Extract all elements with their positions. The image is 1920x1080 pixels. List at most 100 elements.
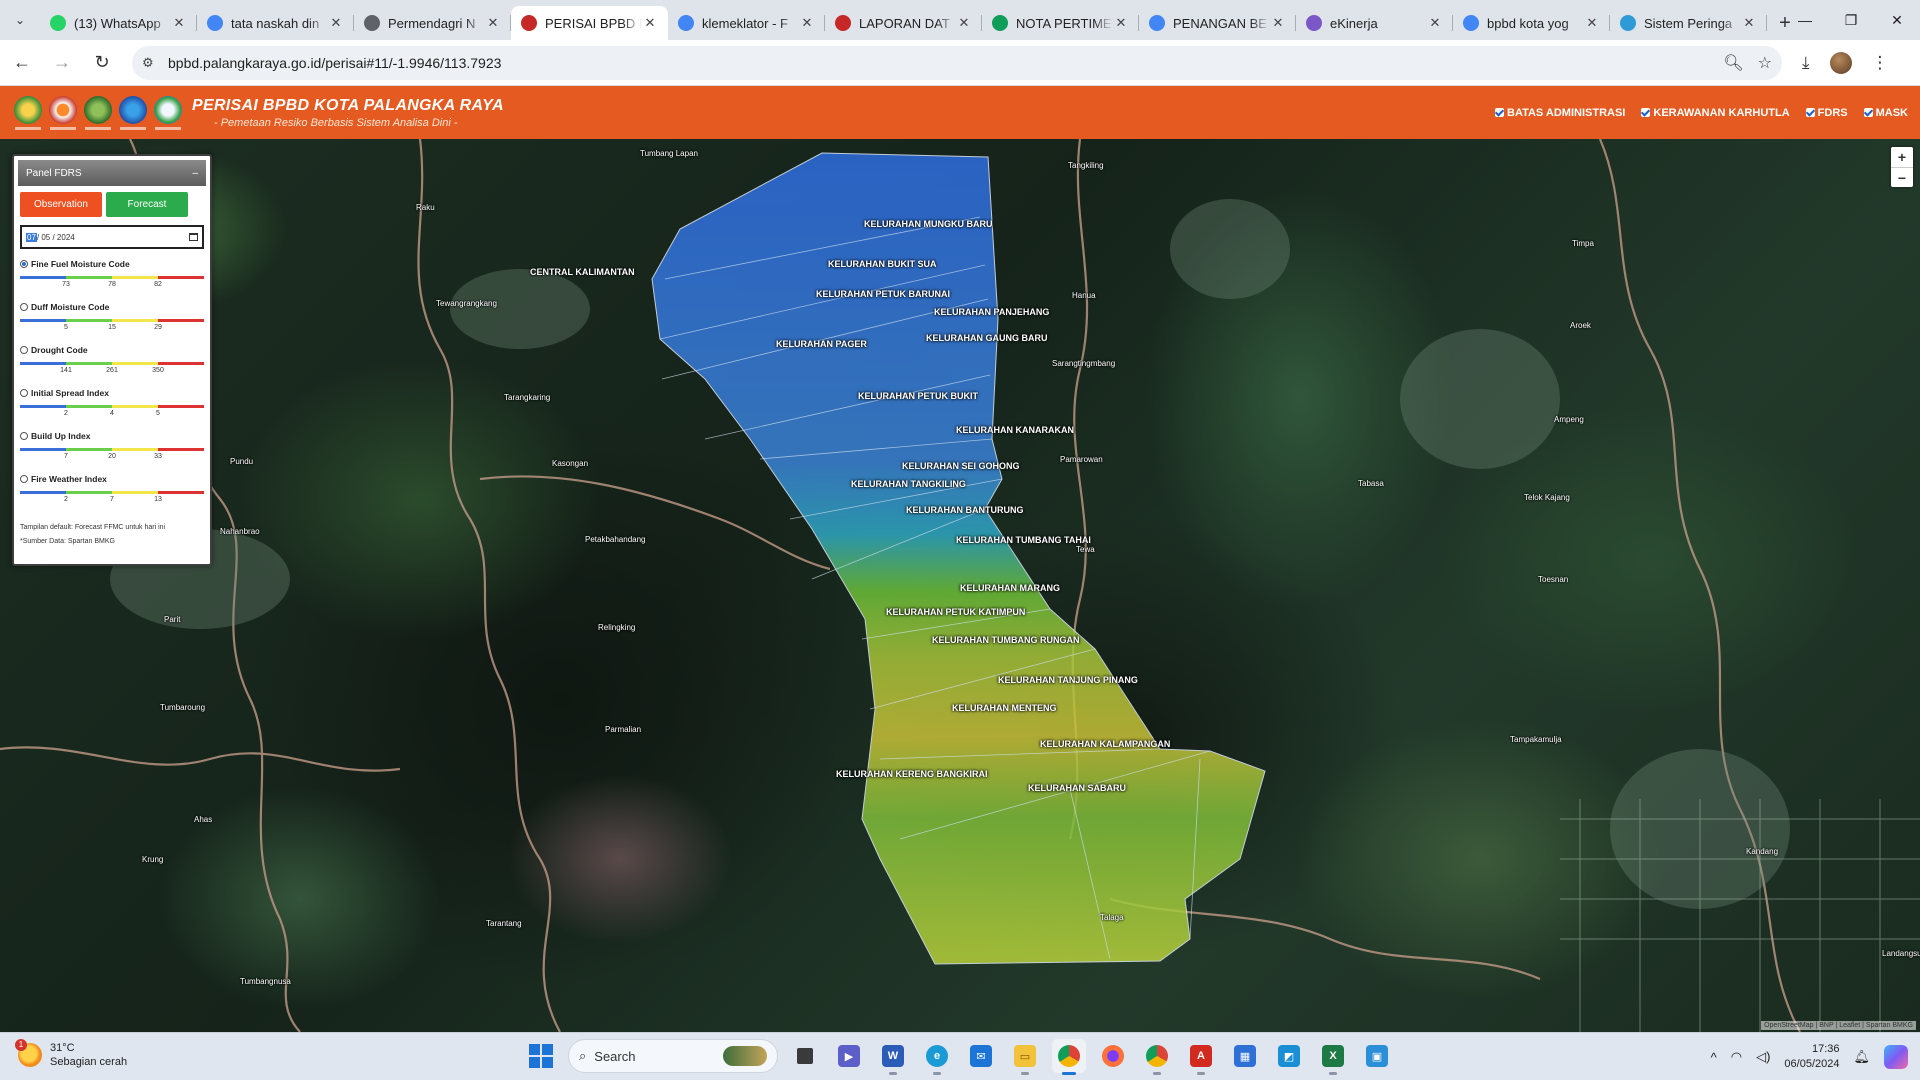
- kelurahan-label[interactable]: KELURAHAN GAUNG BARU: [926, 333, 1048, 343]
- mail-icon[interactable]: ✉: [964, 1039, 998, 1073]
- kelurahan-label[interactable]: KELURAHAN PANJEHANG: [934, 307, 1049, 317]
- kelurahan-label[interactable]: KELURAHAN PETUK KATIMPUN: [886, 607, 1025, 617]
- map-attribution[interactable]: OpenStreetMap | BNP | Leaflet | Spartan …: [1761, 1021, 1916, 1030]
- panel-collapse-button[interactable]: –: [192, 168, 198, 179]
- site-info-icon[interactable]: ⚙: [142, 55, 164, 71]
- kelurahan-label[interactable]: KELURAHAN MARANG: [960, 583, 1060, 593]
- checkbox-checked-icon[interactable]: [1641, 108, 1651, 117]
- chrome-icon[interactable]: [1052, 1039, 1086, 1075]
- word-icon[interactable]: W: [876, 1039, 910, 1075]
- tray-chevron-icon[interactable]: ^: [1711, 1050, 1717, 1065]
- file-explorer-icon[interactable]: ▭: [1008, 1039, 1042, 1075]
- acrobat-icon[interactable]: A: [1184, 1039, 1218, 1075]
- radio-button[interactable]: [20, 346, 28, 354]
- tab-close-icon[interactable]: ✕: [328, 15, 344, 31]
- teams-meet-icon[interactable]: ▶: [832, 1039, 866, 1073]
- profile-avatar[interactable]: [1829, 51, 1852, 74]
- browser-tab[interactable]: NOTA PERTIME ✕: [982, 6, 1139, 40]
- browser-tab[interactable]: eKinerja ✕: [1296, 6, 1453, 40]
- remote-desktop-icon[interactable]: ▣: [1360, 1039, 1394, 1073]
- chrome-profile-icon[interactable]: [1140, 1039, 1174, 1075]
- browser-tab[interactable]: LAPORAN DAT ✕: [825, 6, 982, 40]
- tab-close-icon[interactable]: ✕: [956, 15, 972, 31]
- browser-tab[interactable]: (13) WhatsApp ✕: [40, 6, 197, 40]
- index-radio-label[interactable]: Initial Spread Index: [20, 388, 204, 398]
- tab-close-icon[interactable]: ✕: [799, 15, 815, 31]
- url-field[interactable]: bpbd.palangkaraya.go.id/perisai#11/-1.99…: [168, 55, 1723, 71]
- forward-button[interactable]: →: [44, 45, 80, 81]
- browser-tab[interactable]: PENANGAN BE ✕: [1139, 6, 1296, 40]
- restore-icon[interactable]: ❐: [1828, 0, 1874, 40]
- checkbox-checked-icon[interactable]: [1495, 108, 1505, 117]
- date-input[interactable]: 07/ 05 / 2024: [20, 225, 204, 249]
- wifi-icon[interactable]: ◠: [1731, 1049, 1742, 1065]
- layer-toggle[interactable]: MASK: [1863, 107, 1908, 119]
- browser-tab[interactable]: klemeklator - F ✕: [668, 6, 825, 40]
- index-radio-label[interactable]: Duff Moisture Code: [20, 302, 204, 312]
- bookmark-star-icon[interactable]: ☆: [1758, 53, 1772, 73]
- tab-close-icon[interactable]: ✕: [1270, 15, 1286, 31]
- browser-tab[interactable]: bpbd kota yog ✕: [1453, 6, 1610, 40]
- back-button[interactable]: ←: [4, 45, 40, 81]
- tab-close-icon[interactable]: ✕: [1584, 15, 1600, 31]
- layer-toggle[interactable]: KERAWANAN KARHUTLA: [1641, 107, 1790, 119]
- clock[interactable]: 17:36 06/05/2024: [1784, 1042, 1839, 1072]
- radio-button[interactable]: [20, 475, 28, 483]
- kelurahan-label[interactable]: KELURAHAN PAGER: [776, 339, 867, 349]
- browser-tab[interactable]: tata naskah din ✕: [197, 6, 354, 40]
- checkbox-checked-icon[interactable]: [1805, 108, 1815, 117]
- firefox-icon[interactable]: [1096, 1039, 1130, 1073]
- index-radio-label[interactable]: Fine Fuel Moisture Code: [20, 259, 204, 269]
- tab-search-chevron-icon[interactable]: ⌄: [0, 0, 40, 40]
- kelurahan-label[interactable]: KELURAHAN BANTURUNG: [906, 505, 1024, 515]
- tab-close-icon[interactable]: ✕: [642, 15, 658, 31]
- tab-close-icon[interactable]: ✕: [171, 15, 187, 31]
- reload-button[interactable]: ↻: [84, 45, 120, 81]
- browser-tab[interactable]: Permendagri N ✕: [354, 6, 511, 40]
- task-view-icon[interactable]: [788, 1039, 822, 1073]
- menu-dots-icon[interactable]: ⋮: [1872, 53, 1889, 73]
- index-radio-label[interactable]: Fire Weather Index: [20, 474, 204, 484]
- radio-button[interactable]: [20, 432, 28, 440]
- radio-button[interactable]: [20, 389, 28, 397]
- zoom-out-button[interactable]: −: [1891, 167, 1913, 187]
- kelurahan-label[interactable]: KELURAHAN KERENG BANGKIRAI: [836, 769, 988, 779]
- kelurahan-label[interactable]: KELURAHAN KALAMPANGAN: [1040, 739, 1170, 749]
- map-view[interactable]: Tumbang Lapan Tangkiling Raku CENTRAL KALIM…: [0, 139, 1920, 1032]
- minimize-icon[interactable]: —: [1782, 0, 1828, 40]
- kelurahan-label[interactable]: KELURAHAN MUNGKU BARU: [864, 219, 993, 229]
- windows-start-icon[interactable]: [524, 1039, 558, 1073]
- copilot-icon[interactable]: [1884, 1045, 1908, 1069]
- kelurahan-label[interactable]: KELURAHAN TANJUNG PINANG: [998, 675, 1138, 685]
- index-radio-label[interactable]: Drought Code: [20, 345, 204, 355]
- excel-icon[interactable]: X: [1316, 1039, 1350, 1075]
- tab-close-icon[interactable]: ✕: [1741, 15, 1757, 31]
- kelurahan-label[interactable]: KELURAHAN TANGKILING: [851, 479, 966, 489]
- volume-icon[interactable]: ◁): [1756, 1049, 1770, 1065]
- omnibox[interactable]: ⚙ bpbd.palangkaraya.go.id/perisai#11/-1.…: [132, 45, 1782, 80]
- kelurahan-label[interactable]: KELURAHAN TUMBANG TAHAI: [956, 535, 1091, 545]
- tab-close-icon[interactable]: ✕: [485, 15, 501, 31]
- notification-bell-icon[interactable]: 🔔︎: [1853, 1049, 1870, 1065]
- observation-button[interactable]: Observation: [20, 192, 102, 217]
- kelurahan-label[interactable]: KELURAHAN SABARU: [1028, 783, 1126, 793]
- tab-close-icon[interactable]: ✕: [1427, 15, 1443, 31]
- fdrs-overlay-polygon[interactable]: [651, 152, 1266, 965]
- kelurahan-label[interactable]: KELURAHAN KANARAKAN: [956, 425, 1074, 435]
- kelurahan-label[interactable]: KELURAHAN SEI GOHONG: [902, 461, 1020, 471]
- calendar-icon[interactable]: [189, 233, 198, 241]
- photos-icon[interactable]: ◩: [1272, 1039, 1306, 1073]
- index-radio-label[interactable]: Build Up Index: [20, 431, 204, 441]
- kelurahan-label[interactable]: KELURAHAN MENTENG: [952, 703, 1057, 713]
- layer-toggle[interactable]: BATAS ADMINISTRASI: [1495, 107, 1625, 119]
- calculator-icon[interactable]: ▦: [1228, 1039, 1262, 1073]
- weather-widget[interactable]: 1 31°C Sebagian cerah: [15, 1039, 127, 1069]
- forecast-button[interactable]: Forecast: [106, 192, 188, 217]
- kelurahan-label[interactable]: KELURAHAN PETUK BARUNAI: [816, 289, 950, 299]
- download-icon[interactable]: ⤓: [1802, 53, 1810, 73]
- radio-button[interactable]: [20, 303, 28, 311]
- edge-icon[interactable]: e: [920, 1039, 954, 1075]
- browser-tab[interactable]: Sistem Peringa ✕: [1610, 6, 1767, 40]
- zoom-in-button[interactable]: +: [1891, 147, 1913, 167]
- kelurahan-label[interactable]: KELURAHAN PETUK BUKIT: [858, 391, 978, 401]
